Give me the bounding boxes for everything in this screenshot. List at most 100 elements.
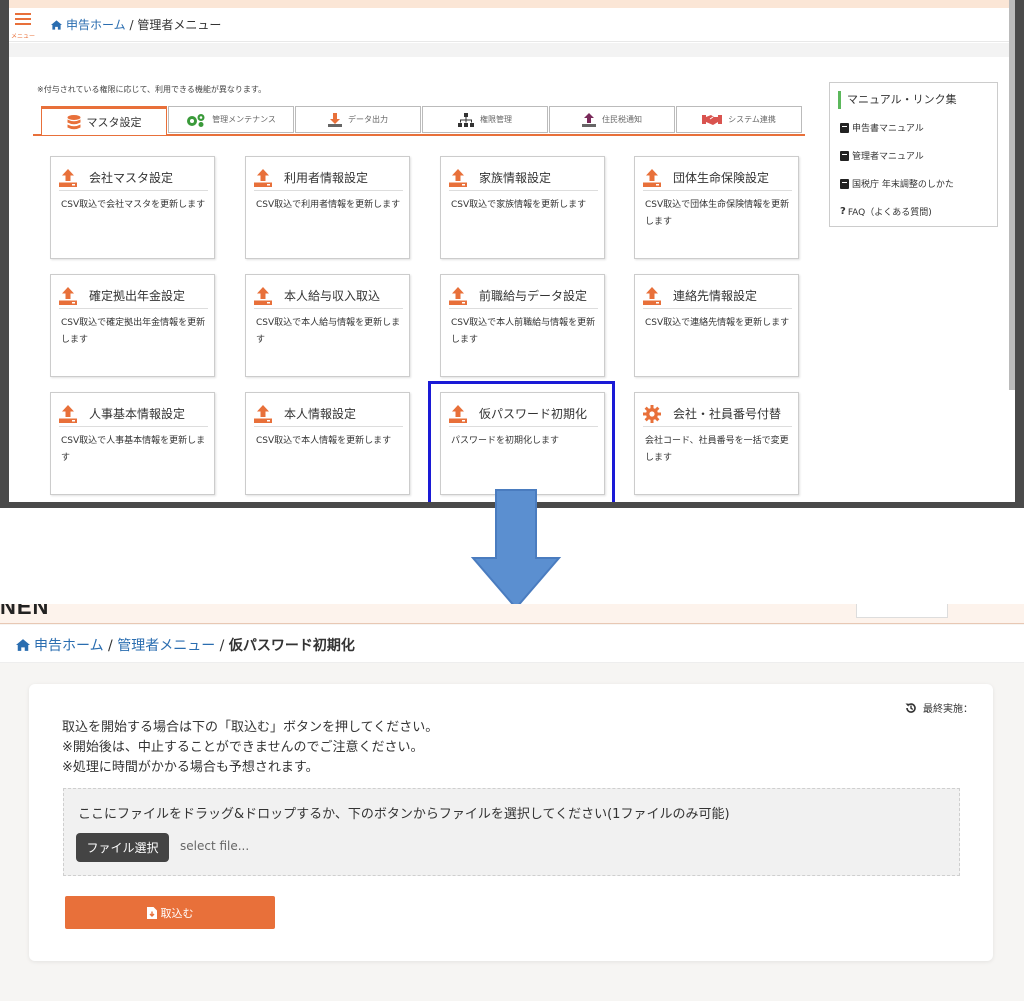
menu-card[interactable]: 本人給与収入取込 CSV取込で本人給与情報を更新します	[245, 274, 410, 377]
handshake-icon	[702, 114, 723, 125]
breadcrumb-bar: 申告ホーム / 管理者メニュー / 仮パスワード初期化	[0, 625, 1024, 663]
tab-resident-tax-notice[interactable]: 住民税通知	[549, 106, 675, 133]
breadcrumb-home-link[interactable]: 申告ホーム	[34, 638, 104, 654]
tab-master-settings[interactable]: マスタ設定	[41, 106, 167, 135]
link-nta-guide[interactable]: 国税庁 年末調整のしかた	[840, 177, 954, 190]
instruction-line: ※処理に時間がかかる場合も予想されます。	[62, 760, 319, 775]
manual-links-panel: マニュアル・リンク集 申告書マニュアル 管理者マニュアル 国税庁 年末調整のしか…	[829, 82, 998, 227]
card-title-text: 確定拠出年金設定	[89, 289, 186, 303]
links-heading: マニュアル・リンク集	[838, 91, 957, 109]
sitemap-icon	[458, 112, 474, 127]
breadcrumb-admin-link[interactable]: 管理者メニュー	[117, 638, 215, 654]
card-title-text: 団体生命保険設定	[673, 171, 770, 185]
tab-label: 住民税通知	[602, 115, 642, 124]
last-run-info: 最終実施：	[905, 700, 973, 715]
card-description: CSV取込で確定拠出年金情報を更新します	[61, 318, 206, 345]
header-bar: NEN	[0, 604, 1024, 624]
card-title: 人事基本情報設定	[59, 401, 208, 427]
tab-label: データ出力	[348, 115, 388, 124]
card-title-text: 前職給与データ設定	[479, 289, 588, 303]
header-user-box[interactable]	[856, 604, 948, 618]
tab-admin-maintenance[interactable]: 管理メンテナンス	[168, 106, 294, 133]
card-title: 連絡先情報設定	[643, 283, 792, 309]
import-button-label: 取込む	[160, 906, 194, 920]
top-nav-bar: メニュー 申告ホーム / 管理者メニュー	[9, 8, 1015, 42]
hamburger-line	[15, 18, 31, 20]
dropzone-text: ここにファイルをドラッグ&ドロップするか、下のボタンからファイルを選択してくださ…	[78, 807, 730, 822]
card-title-text: 会社マスタ設定	[89, 171, 174, 185]
book-icon	[840, 178, 849, 189]
gears-icon	[187, 113, 205, 127]
upload-icon	[254, 404, 278, 423]
menu-card[interactable]: 本人情報設定 CSV取込で本人情報を更新します	[245, 392, 410, 495]
link-declaration-manual[interactable]: 申告書マニュアル	[840, 121, 924, 134]
link-label: 管理者マニュアル	[852, 152, 924, 162]
hamburger-icon	[15, 13, 31, 15]
upload-icon	[59, 168, 83, 187]
database-icon	[67, 114, 80, 129]
card-title-text: 会社・社員番号付替	[673, 407, 782, 421]
breadcrumb-current: 管理者メニュー	[137, 18, 222, 32]
link-label: 申告書マニュアル	[852, 124, 924, 134]
link-faq[interactable]: ? FAQ（よくある質問)	[840, 205, 932, 218]
menu-card[interactable]: 連絡先情報設定 CSV取込で連絡先情報を更新します	[634, 274, 799, 377]
card-title: 本人情報設定	[254, 401, 403, 427]
book-icon	[840, 122, 849, 133]
temp-password-reset-screenshot: NEN 申告ホーム / 管理者メニュー / 仮パスワード初期化 最終実施： 取込…	[0, 604, 1024, 1001]
file-dropzone[interactable]: ここにファイルをドラッグ&ドロップするか、下のボタンからファイルを選択してくださ…	[63, 788, 960, 876]
card-description: CSV取込で会社マスタを更新します	[61, 200, 206, 210]
file-import-icon	[146, 906, 157, 919]
category-tabs: マスタ設定 管理メンテナンス データ出力 権限管理 住民税通知 システム連携	[33, 106, 805, 136]
admin-menu-screenshot: メニュー 申告ホーム / 管理者メニュー ※付与されている権限に応じて、利用でき…	[0, 0, 1024, 508]
instructions: 取込を開始する場合は下の「取込む」ボタンを押してください。 ※開始後は、中止する…	[62, 718, 438, 778]
card-description: CSV取込で人事基本情報を更新します	[61, 436, 206, 463]
upload-icon	[59, 404, 83, 423]
menu-card[interactable]: 利用者情報設定 CSV取込で利用者情報を更新します	[245, 156, 410, 259]
question-icon: ?	[840, 206, 846, 217]
file-select-button[interactable]: ファイル選択	[76, 833, 169, 862]
home-icon	[16, 639, 30, 651]
breadcrumb: 申告ホーム / 管理者メニュー	[51, 16, 221, 33]
upload-icon	[582, 112, 596, 127]
link-label: FAQ（よくある質問)	[847, 208, 932, 218]
breadcrumb: 申告ホーム / 管理者メニュー / 仮パスワード初期化	[16, 635, 355, 655]
history-icon	[905, 702, 916, 713]
upload-icon	[254, 168, 278, 187]
tab-system-integration[interactable]: システム連携	[676, 106, 802, 133]
import-panel: 最終実施： 取込を開始する場合は下の「取込む」ボタンを押してください。 ※開始後…	[29, 684, 993, 961]
card-title-text: 本人給与収入取込	[284, 289, 381, 303]
instruction-line: 取込を開始する場合は下の「取込む」ボタンを押してください。	[62, 720, 439, 735]
selected-file-name: select file...	[180, 839, 250, 853]
menu-card[interactable]: 家族情報設定 CSV取込で家族情報を更新します	[440, 156, 605, 259]
upload-icon	[254, 286, 278, 305]
gear-icon	[643, 404, 667, 423]
tab-label: 管理メンテナンス	[212, 115, 276, 124]
tab-permission-management[interactable]: 権限管理	[422, 106, 548, 133]
card-title: 本人給与収入取込	[254, 283, 403, 309]
breadcrumb-current: 仮パスワード初期化	[228, 638, 355, 654]
menu-card[interactable]: 団体生命保険設定 CSV取込で団体生命保険情報を更新します	[634, 156, 799, 259]
card-description: CSV取込で本人前職給与情報を更新します	[451, 318, 596, 345]
tab-label: 権限管理	[480, 115, 512, 124]
card-title: 前職給与データ設定	[449, 283, 598, 309]
page-scrollbar[interactable]	[1009, 0, 1015, 390]
menu-card[interactable]: 会社・社員番号付替 会社コード、社員番号を一括で変更します	[634, 392, 799, 495]
permission-notice: ※付与されている権限に応じて、利用できる機能が異なります。	[37, 85, 267, 94]
menu-card[interactable]: 人事基本情報設定 CSV取込で人事基本情報を更新します	[50, 392, 215, 495]
menu-card[interactable]: 確定拠出年金設定 CSV取込で確定拠出年金情報を更新します	[50, 274, 215, 377]
menu-card[interactable]: 会社マスタ設定 CSV取込で会社マスタを更新します	[50, 156, 215, 259]
card-title: 団体生命保険設定	[643, 165, 792, 191]
card-title-text: 家族情報設定	[479, 171, 552, 185]
card-title-text: 本人情報設定	[284, 407, 357, 421]
hamburger-menu-button[interactable]: メニュー	[11, 10, 35, 40]
card-title: 会社マスタ設定	[59, 165, 208, 191]
tab-data-output[interactable]: データ出力	[295, 106, 421, 133]
tab-label: システム連携	[728, 115, 776, 124]
link-admin-manual[interactable]: 管理者マニュアル	[840, 149, 924, 162]
link-label: 国税庁 年末調整のしかた	[852, 180, 954, 190]
menu-card[interactable]: 前職給与データ設定 CSV取込で本人前職給与情報を更新します	[440, 274, 605, 377]
import-button[interactable]: 取込む	[65, 896, 275, 929]
breadcrumb-home-link[interactable]: 申告ホーム	[66, 18, 126, 32]
upload-icon	[449, 168, 473, 187]
download-icon	[328, 112, 342, 127]
